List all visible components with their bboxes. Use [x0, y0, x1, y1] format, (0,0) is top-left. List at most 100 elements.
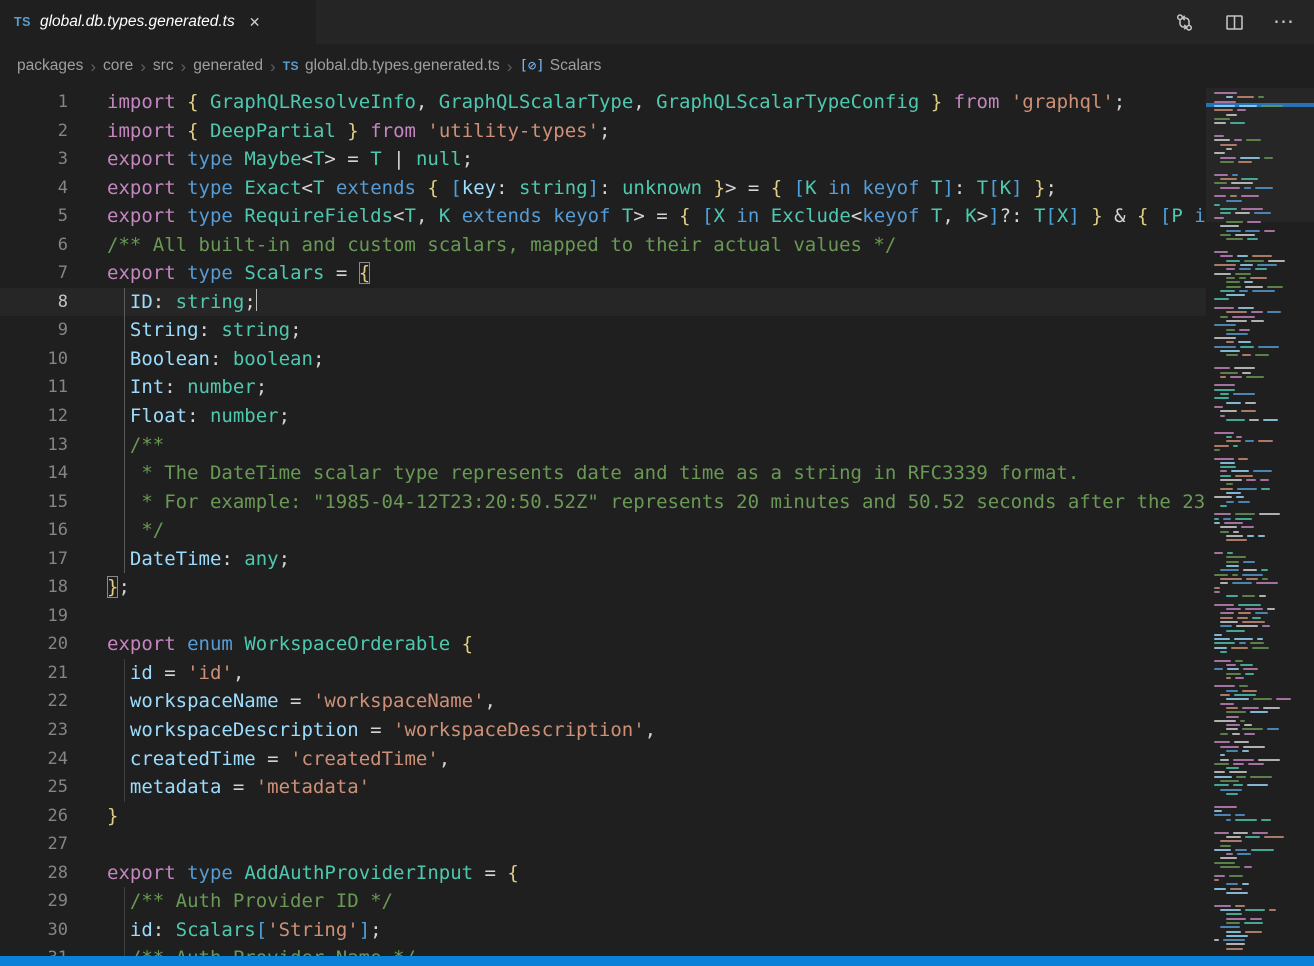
code-line[interactable]: 28export type AddAuthProviderInput = { — [0, 859, 1206, 888]
minimap-line — [1214, 711, 1310, 713]
code-line[interactable]: 3export type Maybe<T> = T | null; — [0, 145, 1206, 174]
minimap-line — [1214, 290, 1310, 292]
code-line[interactable]: 24 createdTime = 'createdTime', — [0, 745, 1206, 774]
code-line[interactable]: 15 * For example: "1985-04-12T23:20:50.5… — [0, 488, 1206, 517]
minimap-line — [1214, 840, 1310, 842]
code-line[interactable]: 5export type RequireFields<T, K extends … — [0, 202, 1206, 231]
code-line[interactable]: 23 workspaceDescription = 'workspaceDesc… — [0, 716, 1206, 745]
line-number: 1 — [0, 88, 68, 117]
code-line[interactable]: 29 /** Auth Provider ID */ — [0, 887, 1206, 916]
code-line[interactable]: 26} — [0, 802, 1206, 831]
minimap-line — [1214, 182, 1310, 184]
breadcrumb-label: Scalars — [550, 57, 602, 75]
code-line[interactable]: 13 /** — [0, 431, 1206, 460]
line-number: 17 — [0, 545, 68, 574]
breadcrumb-item-symbol-scalars[interactable]: [⊘]Scalars — [519, 57, 601, 75]
minimap-line — [1214, 341, 1310, 343]
code-text: export type Exact<T extends { [key: stri… — [68, 174, 1057, 203]
code-line[interactable]: 20export enum WorkspaceOrderable { — [0, 630, 1206, 659]
code-text: createdTime = 'createdTime', — [68, 745, 450, 774]
code-line[interactable]: 17 DateTime: any; — [0, 545, 1206, 574]
line-number: 6 — [0, 231, 68, 260]
code-line[interactable]: 4export type Exact<T extends { [key: str… — [0, 174, 1206, 203]
minimap-line — [1214, 479, 1310, 481]
minimap-line — [1214, 505, 1310, 507]
minimap-line — [1214, 307, 1310, 309]
minimap-line — [1214, 92, 1310, 94]
code-text: * For example: "1985-04-12T23:20:50.52Z"… — [68, 488, 1206, 517]
minimap-line — [1214, 350, 1310, 352]
close-icon[interactable]: ✕ — [249, 15, 261, 29]
code-line[interactable]: 18}; — [0, 573, 1206, 602]
breadcrumb-item-packages[interactable]: packages — [17, 57, 83, 75]
minimap-line — [1214, 771, 1310, 773]
line-number: 20 — [0, 630, 68, 659]
minimap-line — [1214, 685, 1310, 687]
split-editor-icon[interactable] — [1224, 12, 1244, 32]
line-number: 22 — [0, 687, 68, 716]
minimap-line — [1214, 294, 1310, 296]
code-line[interactable]: 21 id = 'id', — [0, 659, 1206, 688]
minimap-line — [1214, 716, 1310, 718]
minimap-line — [1214, 612, 1310, 614]
minimap-line — [1214, 522, 1310, 524]
code-line[interactable]: 25 metadata = 'metadata' — [0, 773, 1206, 802]
code-line[interactable]: 16 */ — [0, 516, 1206, 545]
code-text: Int: number; — [68, 373, 267, 402]
minimap-line — [1214, 759, 1310, 761]
code-line[interactable]: 1import { GraphQLResolveInfo, GraphQLSca… — [0, 88, 1206, 117]
minimap-line — [1214, 604, 1310, 606]
code-line[interactable]: 7export type Scalars = { — [0, 259, 1206, 288]
breadcrumb-item-core[interactable]: core — [103, 57, 133, 75]
line-number: 15 — [0, 488, 68, 517]
line-number: 27 — [0, 830, 68, 859]
minimap-line — [1214, 135, 1310, 137]
editor-tab[interactable]: TS global.db.types.generated.ts ✕ — [0, 0, 316, 44]
code-line[interactable]: 12 Float: number; — [0, 402, 1206, 431]
minimap-line — [1214, 780, 1310, 782]
minimap-line — [1214, 200, 1310, 202]
line-number: 30 — [0, 916, 68, 945]
minimap-line — [1214, 281, 1310, 283]
code-text: }; — [68, 573, 130, 602]
minimap-line — [1214, 845, 1310, 847]
minimap-slider[interactable] — [1206, 88, 1314, 222]
minimap-line — [1214, 221, 1310, 223]
more-actions-icon[interactable]: ⋯ — [1274, 12, 1294, 32]
minimap-line — [1214, 208, 1310, 210]
line-number: 18 — [0, 573, 68, 602]
code-line[interactable]: 30 id: Scalars['String']; — [0, 916, 1206, 945]
minimap-line — [1214, 204, 1310, 206]
code-line[interactable]: 8 ID: string; — [0, 288, 1206, 317]
minimap-line — [1214, 741, 1310, 743]
minimap-line — [1214, 707, 1310, 709]
code-text: */ — [68, 516, 164, 545]
line-number: 13 — [0, 431, 68, 460]
code-line[interactable]: 19 — [0, 602, 1206, 631]
minimap-line — [1214, 892, 1310, 894]
minimap[interactable] — [1206, 88, 1314, 966]
breadcrumb-item-generated[interactable]: generated — [193, 57, 263, 75]
minimap-line — [1214, 397, 1310, 399]
code-text: * The DateTime scalar type represents da… — [68, 459, 1079, 488]
code-line[interactable]: 6/** All built-in and custom scalars, ma… — [0, 231, 1206, 260]
minimap-line — [1214, 483, 1310, 485]
minimap-line — [1214, 625, 1310, 627]
code-line[interactable]: 14 * The DateTime scalar type represents… — [0, 459, 1206, 488]
minimap-line — [1214, 746, 1310, 748]
code-line[interactable]: 22 workspaceName = 'workspaceName', — [0, 687, 1206, 716]
code-line[interactable]: 2import { DeepPartial } from 'utility-ty… — [0, 117, 1206, 146]
minimap-line — [1214, 178, 1310, 180]
code-text: String: string; — [68, 316, 302, 345]
ts-file-icon: TS — [14, 15, 31, 29]
minimap-line — [1214, 552, 1310, 554]
code-text: Boolean: boolean; — [68, 345, 324, 374]
code-line[interactable]: 11 Int: number; — [0, 373, 1206, 402]
code-line[interactable]: 10 Boolean: boolean; — [0, 345, 1206, 374]
code-line[interactable]: 9 String: string; — [0, 316, 1206, 345]
code-line[interactable]: 27 — [0, 830, 1206, 859]
breadcrumb-item-file[interactable]: TSglobal.db.types.generated.ts — [283, 57, 500, 75]
breadcrumb-item-src[interactable]: src — [153, 57, 174, 75]
open-changes-icon[interactable] — [1174, 12, 1194, 32]
editor[interactable]: 1import { GraphQLResolveInfo, GraphQLSca… — [0, 88, 1206, 966]
